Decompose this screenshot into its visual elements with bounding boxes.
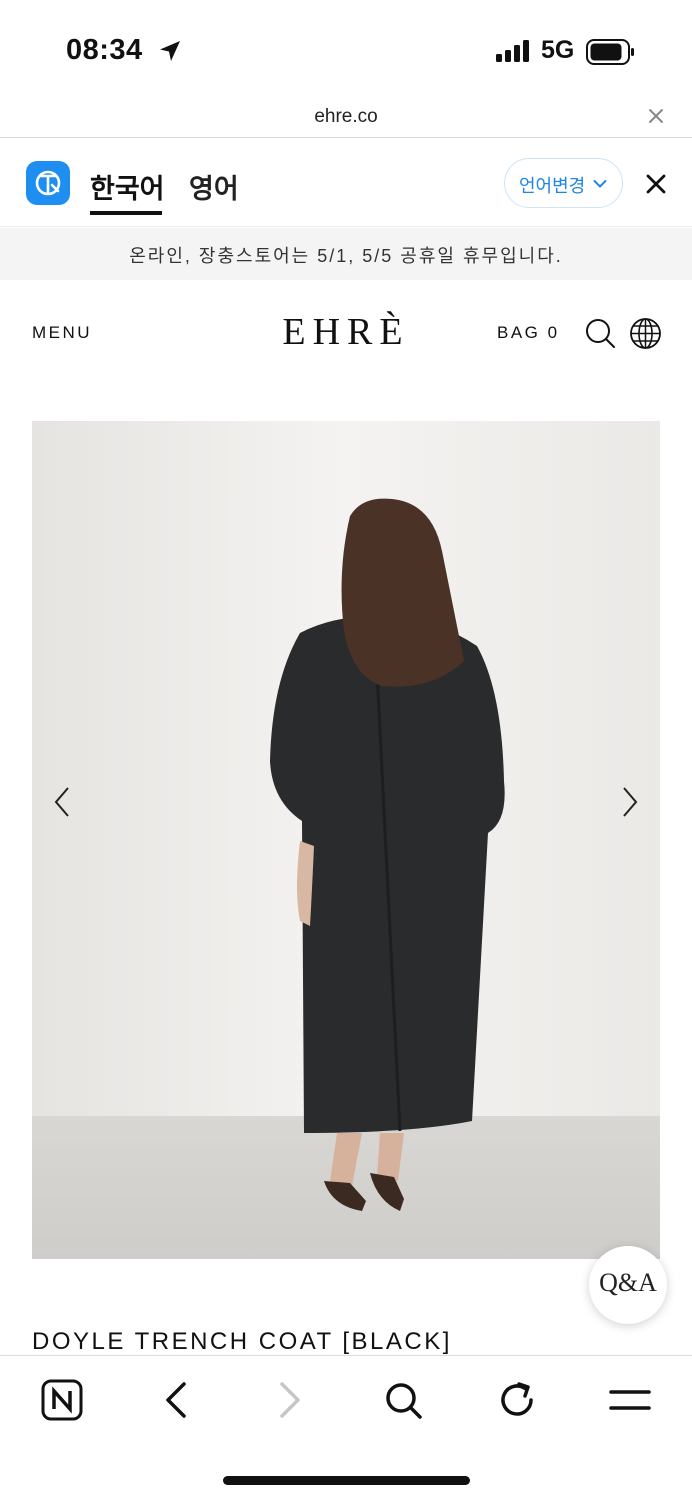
reload-icon[interactable] xyxy=(495,1378,539,1422)
tab-english[interactable]: 영어 xyxy=(189,167,239,206)
qa-button[interactable]: Q&A xyxy=(589,1246,667,1324)
battery-icon xyxy=(586,39,634,65)
network-type: 5G xyxy=(541,36,575,64)
active-tab-indicator xyxy=(90,211,162,215)
site-header: MENU EHRÈ BAG 0 xyxy=(0,280,692,390)
search-icon[interactable] xyxy=(584,317,616,349)
url-bar[interactable]: ehre.co xyxy=(0,100,692,138)
url-text[interactable]: ehre.co xyxy=(0,106,692,128)
product-title: DOYLE TRENCH COAT [BLACK] xyxy=(32,1328,452,1355)
change-language-label: 언어변경 xyxy=(519,176,586,196)
back-icon[interactable] xyxy=(154,1378,198,1422)
change-language-button[interactable]: 언어변경 xyxy=(504,158,623,208)
status-time: 08:34 xyxy=(66,34,143,66)
translate-close-icon[interactable] xyxy=(645,173,667,195)
home-indicator[interactable] xyxy=(223,1476,470,1485)
product-image[interactable] xyxy=(32,421,660,1259)
bag-button[interactable]: BAG 0 xyxy=(497,323,560,343)
menu-icon[interactable] xyxy=(608,1378,652,1422)
close-icon[interactable] xyxy=(648,108,664,124)
announcement-text: 온라인, 장충스토어는 5/1, 5/5 공휴일 휴무입니다. xyxy=(129,246,563,266)
translate-app-icon xyxy=(26,161,70,205)
naver-home-icon[interactable] xyxy=(40,1378,84,1422)
qa-label: Q&A xyxy=(599,1268,657,1297)
product-photo xyxy=(32,421,660,1259)
forward-icon[interactable] xyxy=(268,1378,312,1422)
signal-icon xyxy=(496,40,529,62)
carousel-prev-arrow-icon[interactable] xyxy=(50,785,74,819)
location-arrow-icon xyxy=(160,41,180,61)
chevron-down-icon xyxy=(593,180,607,188)
search-toolbar-icon[interactable] xyxy=(381,1378,425,1422)
tab-korean[interactable]: 한국어 xyxy=(90,167,165,206)
globe-icon[interactable] xyxy=(629,317,662,350)
status-bar: 08:34 5G xyxy=(0,0,692,100)
translate-bar: 한국어 영어 언어변경 xyxy=(0,139,692,227)
announcement-bar: 온라인, 장충스토어는 5/1, 5/5 공휴일 휴무입니다. xyxy=(0,228,692,280)
carousel-next-arrow-icon[interactable] xyxy=(618,785,642,819)
